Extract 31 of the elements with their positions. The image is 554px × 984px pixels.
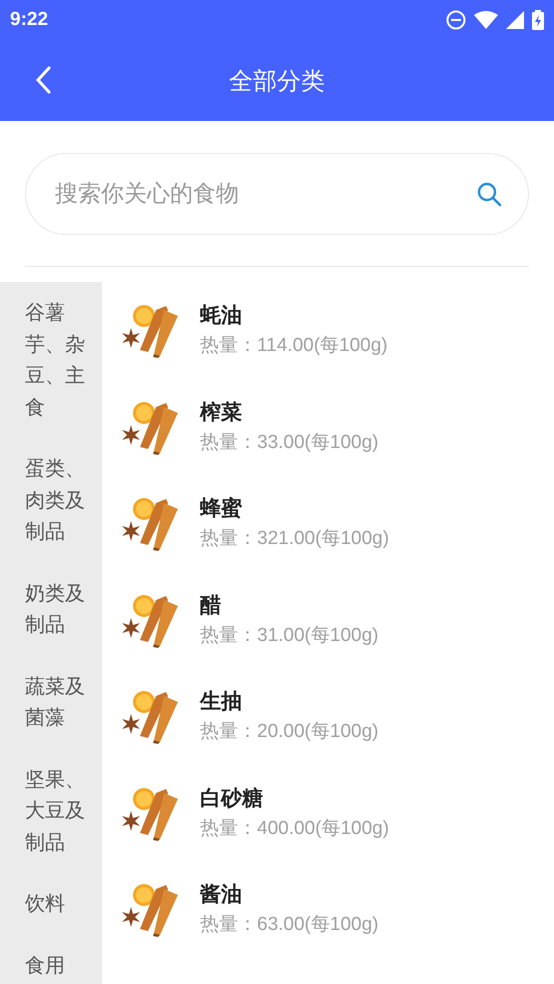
food-calories: 热量：114.00(每100g): [200, 334, 388, 358]
category-item[interactable]: 蔬菜及菌藻: [0, 656, 91, 748]
search-icon[interactable]: [476, 181, 502, 207]
food-name[interactable]: 酱油: [200, 880, 378, 910]
category-item[interactable]: 食用: [0, 934, 91, 984]
category-item[interactable]: 奶类及制品: [0, 562, 91, 656]
category-item[interactable]: 饮料: [0, 873, 91, 934]
page-title: 全部分类: [229, 66, 325, 96]
search-bar[interactable]: 搜索你关心的食物: [25, 153, 529, 235]
status-time: 9:22: [10, 9, 48, 31]
search-field[interactable]: 搜索你关心的食物: [53, 180, 476, 208]
do-not-disturb-icon: [446, 10, 466, 30]
food-name[interactable]: 蜂蜜: [200, 494, 390, 524]
signal-icon: [506, 11, 524, 29]
food-calories: 热量：20.00(每100g): [200, 720, 378, 744]
food-name[interactable]: 白砂糖: [200, 784, 390, 813]
food-name[interactable]: 醋: [200, 590, 378, 620]
food-calories: 热量：321.00(每100g): [200, 527, 390, 552]
food-calories: 热量：400.00(每100g): [200, 816, 390, 841]
category-item[interactable]: 坚果、大豆及制品: [0, 748, 91, 873]
category-item[interactable]: 蛋类、肉类及制品: [0, 438, 91, 562]
category-item[interactable]: 谷薯芋、杂豆、主食: [0, 282, 91, 438]
food-calories: 热量：31.00(每100g): [200, 624, 378, 648]
wifi-icon: [474, 11, 498, 29]
food-calories: 热量：63.00(每100g): [200, 913, 378, 938]
food-name[interactable]: 榨菜: [200, 398, 378, 427]
battery-icon: [532, 10, 544, 30]
food-name[interactable]: 生抽: [200, 687, 378, 716]
food-calories: 热量：33.00(每100g): [200, 430, 378, 455]
food-name[interactable]: 蚝油: [200, 301, 388, 330]
chevron-left-icon[interactable]: [33, 65, 53, 95]
